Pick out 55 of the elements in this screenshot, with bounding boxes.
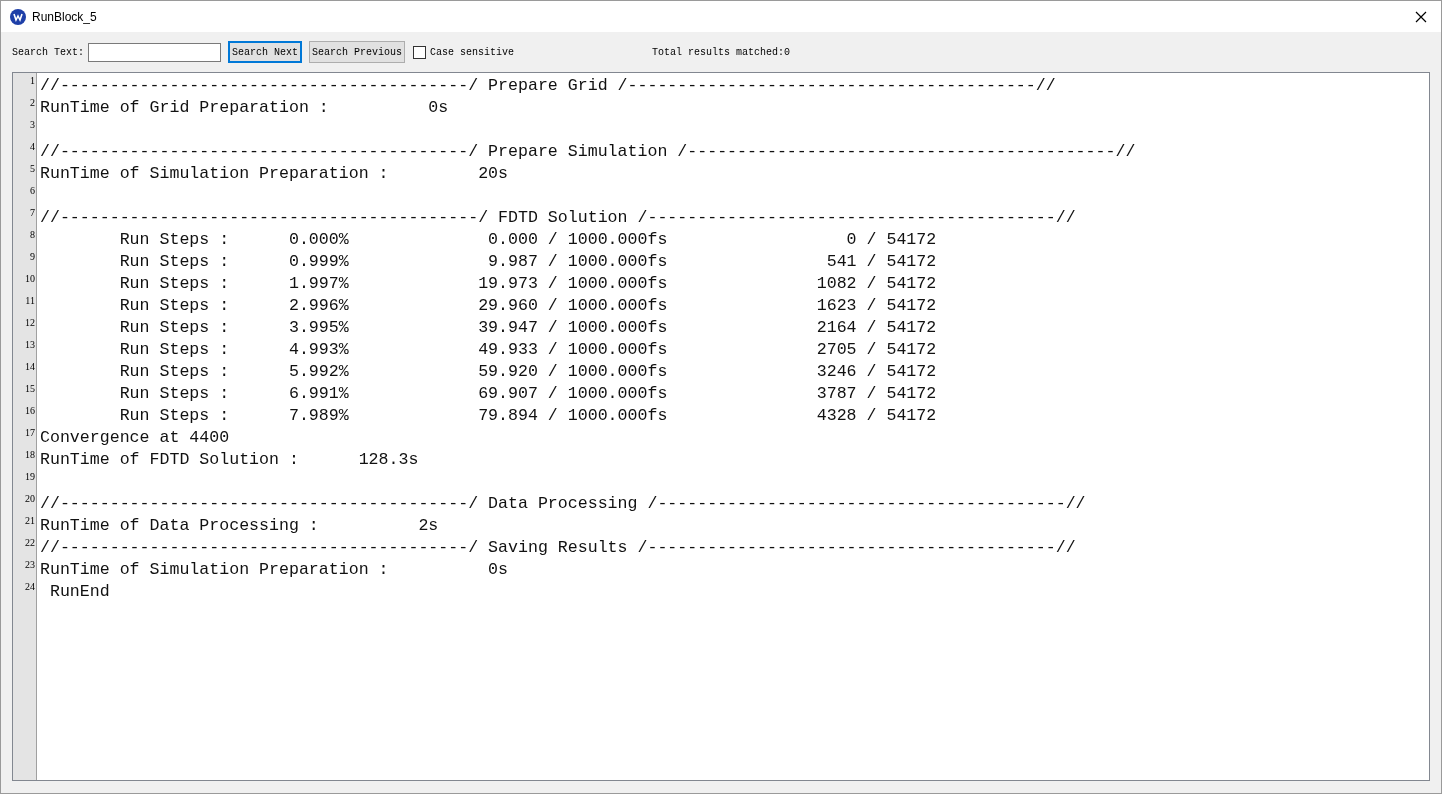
line-number: 7 bbox=[30, 207, 35, 219]
log-line: Run Steps : 5.992% 59.920 / 1000.000fs 3246 / 54172 bbox=[118, 362, 937, 381]
app-logo-icon bbox=[10, 8, 26, 25]
line-number: 10 bbox=[25, 273, 35, 285]
line-number: 15 bbox=[25, 383, 35, 395]
log-line: RunTime of Simulation Preparation : 0s bbox=[40, 560, 509, 579]
close-icon bbox=[1415, 10, 1427, 23]
line-number: 19 bbox=[25, 471, 35, 483]
line-number: 14 bbox=[25, 361, 35, 373]
case-sensitive-checkbox[interactable] bbox=[413, 45, 427, 59]
line-number: 12 bbox=[25, 317, 35, 329]
log-line: Run Steps : 4.993% 49.933 / 1000.000fs 2705 / 54172 bbox=[118, 340, 937, 359]
log-line: RunTime of FDTD Solution : 128.3s bbox=[40, 450, 419, 469]
line-number: 17 bbox=[25, 427, 35, 439]
log-line: Run Steps : 2.996% 29.960 / 1000.000fs 1623 / 54172 bbox=[118, 296, 937, 315]
window-title: RunBlock_5 bbox=[32, 8, 97, 26]
line-number: 18 bbox=[25, 449, 35, 461]
case-sensitive-label: Case sensitive bbox=[430, 45, 515, 60]
line-number: 11 bbox=[25, 295, 35, 307]
line-number: 23 bbox=[25, 559, 35, 571]
log-line: RunEnd bbox=[48, 582, 110, 601]
search-button[interactable]: Search Previous bbox=[309, 41, 406, 63]
line-number: 13 bbox=[25, 339, 35, 351]
log-line: Run Steps : 0.999% 9.987 / 1000.000fs 541 / 54172 bbox=[118, 252, 937, 271]
line-number: 20 bbox=[25, 493, 35, 505]
log-line: Convergence at 4400 bbox=[40, 428, 230, 447]
line-number: 3 bbox=[30, 119, 35, 131]
log-line: Run Steps : 7.989% 79.894 / 1000.000fs 4328 / 54172 bbox=[118, 406, 937, 425]
line-number: 8 bbox=[30, 229, 35, 241]
log-line: Run Steps : 3.995% 39.947 / 1000.000fs 2164 / 54172 bbox=[118, 318, 937, 337]
log-line: //-----------------------------------------/ Prepare Grid /-----------------------------------------// bbox=[40, 76, 1056, 95]
log-line: Run Steps : 1.997% 19.973 / 1000.000fs 1082 / 54172 bbox=[118, 274, 937, 293]
line-number: 22 bbox=[25, 537, 35, 549]
line-number: 1 bbox=[30, 75, 35, 87]
log-line: RunTime of Grid Preparation : 0s bbox=[40, 98, 449, 117]
log-line: Run Steps : 6.991% 69.907 / 1000.000fs 3787 / 54172 bbox=[118, 384, 937, 403]
line-number: 21 bbox=[25, 515, 35, 527]
line-number: 2 bbox=[30, 97, 35, 109]
log-line: RunTime of Data Processing : 2s bbox=[40, 516, 439, 535]
line-number: 5 bbox=[30, 163, 35, 175]
search-label: Search Text: bbox=[12, 45, 84, 60]
log-line: Run Steps : 0.000% 0.000 / 1000.000fs 0 / 54172 bbox=[118, 230, 937, 249]
log-line: //------------------------------------------/ FDTD Solution /-----------------------------------------// bbox=[40, 208, 1076, 227]
line-number: 24 bbox=[25, 581, 35, 593]
line-number: 4 bbox=[30, 141, 35, 153]
line-number: 16 bbox=[25, 405, 35, 417]
line-number: 6 bbox=[30, 185, 35, 197]
search-button[interactable]: Search Next bbox=[228, 41, 303, 63]
search-field[interactable] bbox=[88, 42, 221, 62]
log-line: //-----------------------------------------/ Data Processing /-----------------------------------------// bbox=[40, 494, 1086, 513]
results-count: Total results matched:0 bbox=[652, 45, 791, 60]
line-number: 9 bbox=[30, 251, 35, 263]
log-line: RunTime of Simulation Preparation : 20s bbox=[40, 164, 509, 183]
log-line: //-----------------------------------------/ Saving Results /-----------------------------------------// bbox=[40, 538, 1076, 557]
log-line: //-----------------------------------------/ Prepare Simulation /-------------------------------------------// bbox=[40, 142, 1136, 161]
